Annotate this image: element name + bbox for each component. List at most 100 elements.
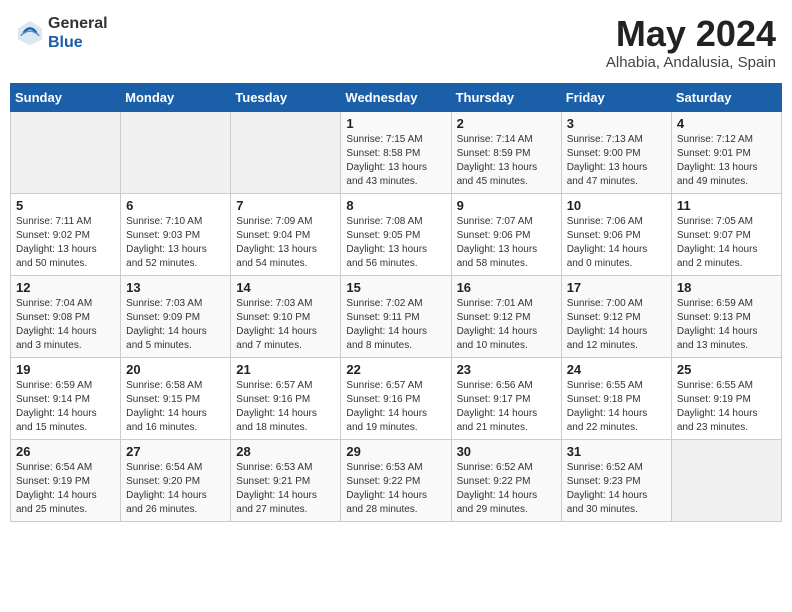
logo-blue: Blue [48,33,108,52]
day-header-monday: Monday [121,83,231,111]
day-info: Sunrise: 6:59 AM Sunset: 9:13 PM Dayligh… [677,297,776,353]
calendar-cell: 20Sunrise: 6:58 AM Sunset: 9:15 PM Dayli… [121,357,231,439]
calendar-cell: 2Sunrise: 7:14 AM Sunset: 8:59 PM Daylig… [451,111,561,193]
day-number: 13 [126,280,225,295]
day-number: 1 [346,116,445,131]
day-info: Sunrise: 6:59 AM Sunset: 9:14 PM Dayligh… [16,379,115,435]
calendar-week-row: 1 Sunrise: 7:15 AM Sunset: 8:58 PM Daylig… [11,111,782,193]
day-info: Sunrise: 7:14 AM Sunset: 8:59 PM Dayligh… [457,133,556,189]
calendar-cell: 10 Sunrise: 7:06 AM Sunset: 9:06 PM Dayli… [561,193,671,275]
day-number: 16 [457,280,556,295]
day-number: 14 [236,280,335,295]
calendar-cell: 12 Sunrise: 7:04 AM Sunset: 9:08 PM Dayli… [11,275,121,357]
day-number: 19 [16,362,115,377]
calendar-cell: 27 Sunrise: 6:54 AM Sunset: 9:20 PM Dayli… [121,439,231,521]
day-number: 15 [346,280,445,295]
calendar-cell: 19 Sunrise: 6:59 AM Sunset: 9:14 PM Dayli… [11,357,121,439]
day-info: Sunrise: 6:52 AM Sunset: 9:23 PM Dayligh… [567,461,666,517]
day-info: Sunrise: 6:57 AM Sunset: 9:16 PM Dayligh… [346,379,445,435]
day-number: 11 [677,198,776,213]
day-info: Sunrise: 6:56 AM Sunset: 9:17 PM Dayligh… [457,379,556,435]
calendar-table: SundayMondayTuesdayWednesdayThursdayFrid… [10,83,782,522]
day-header-sunday: Sunday [11,83,121,111]
calendar-cell [671,439,781,521]
day-info: Sunrise: 7:00 AM Sunset: 9:12 PM Dayligh… [567,297,666,353]
day-info: Sunrise: 7:03 AM Sunset: 9:10 PM Dayligh… [236,297,335,353]
day-info: Sunrise: 6:53 AM Sunset: 9:21 PM Dayligh… [236,461,335,517]
day-number: 12 [16,280,115,295]
day-header-thursday: Thursday [451,83,561,111]
calendar-cell [11,111,121,193]
day-number: 30 [457,444,556,459]
day-number: 18 [677,280,776,295]
calendar-cell: 31Sunrise: 6:52 AM Sunset: 9:23 PM Dayli… [561,439,671,521]
day-info: Sunrise: 7:15 AM Sunset: 8:58 PM Dayligh… [346,133,445,189]
day-info: Sunrise: 6:54 AM Sunset: 9:19 PM Dayligh… [16,461,115,517]
day-number: 7 [236,198,335,213]
day-info: Sunrise: 6:53 AM Sunset: 9:22 PM Dayligh… [346,461,445,517]
calendar-week-row: 5Sunrise: 7:11 AM Sunset: 9:02 PM Daylig… [11,193,782,275]
day-info: Sunrise: 7:05 AM Sunset: 9:07 PM Dayligh… [677,215,776,271]
page-header: General Blue May 2024 Alhabia, Andalusia… [10,10,782,75]
calendar-cell: 15 Sunrise: 7:02 AM Sunset: 9:11 PM Dayli… [341,275,451,357]
calendar-cell: 6 Sunrise: 7:10 AM Sunset: 9:03 PM Daylig… [121,193,231,275]
day-number: 29 [346,444,445,459]
calendar-cell: 28 Sunrise: 6:53 AM Sunset: 9:21 PM Dayli… [231,439,341,521]
day-number: 8 [346,198,445,213]
day-number: 5 [16,198,115,213]
logo: General Blue [16,14,108,52]
calendar-week-row: 19 Sunrise: 6:59 AM Sunset: 9:14 PM Dayli… [11,357,782,439]
day-header-friday: Friday [561,83,671,111]
logo-general: General [48,14,108,33]
calendar-week-row: 26 Sunrise: 6:54 AM Sunset: 9:19 PM Dayli… [11,439,782,521]
day-info: Sunrise: 7:13 AM Sunset: 9:00 PM Dayligh… [567,133,666,189]
calendar-cell: 16Sunrise: 7:01 AM Sunset: 9:12 PM Dayli… [451,275,561,357]
day-info: Sunrise: 7:10 AM Sunset: 9:03 PM Dayligh… [126,215,225,271]
day-number: 28 [236,444,335,459]
calendar-cell [121,111,231,193]
day-info: Sunrise: 6:58 AM Sunset: 9:15 PM Dayligh… [126,379,225,435]
day-number: 3 [567,116,666,131]
day-number: 6 [126,198,225,213]
day-info: Sunrise: 6:54 AM Sunset: 9:20 PM Dayligh… [126,461,225,517]
day-number: 27 [126,444,225,459]
calendar-cell: 29 Sunrise: 6:53 AM Sunset: 9:22 PM Dayli… [341,439,451,521]
calendar-cell: 22 Sunrise: 6:57 AM Sunset: 9:16 PM Dayli… [341,357,451,439]
calendar-cell: 3 Sunrise: 7:13 AM Sunset: 9:00 PM Daylig… [561,111,671,193]
calendar-header-row: SundayMondayTuesdayWednesdayThursdayFrid… [11,83,782,111]
day-info: Sunrise: 7:12 AM Sunset: 9:01 PM Dayligh… [677,133,776,189]
calendar-cell: 4 Sunrise: 7:12 AM Sunset: 9:01 PM Daylig… [671,111,781,193]
calendar-cell: 13 Sunrise: 7:03 AM Sunset: 9:09 PM Dayli… [121,275,231,357]
calendar-cell: 21Sunrise: 6:57 AM Sunset: 9:16 PM Dayli… [231,357,341,439]
day-number: 4 [677,116,776,131]
calendar-cell: 7 Sunrise: 7:09 AM Sunset: 9:04 PM Daylig… [231,193,341,275]
day-info: Sunrise: 7:02 AM Sunset: 9:11 PM Dayligh… [346,297,445,353]
day-info: Sunrise: 6:52 AM Sunset: 9:22 PM Dayligh… [457,461,556,517]
calendar-cell: 1 Sunrise: 7:15 AM Sunset: 8:58 PM Daylig… [341,111,451,193]
day-number: 23 [457,362,556,377]
day-info: Sunrise: 7:06 AM Sunset: 9:06 PM Dayligh… [567,215,666,271]
day-info: Sunrise: 7:09 AM Sunset: 9:04 PM Dayligh… [236,215,335,271]
day-number: 22 [346,362,445,377]
day-number: 26 [16,444,115,459]
calendar-cell: 30 Sunrise: 6:52 AM Sunset: 9:22 PM Dayli… [451,439,561,521]
calendar-week-row: 12 Sunrise: 7:04 AM Sunset: 9:08 PM Dayli… [11,275,782,357]
day-info: Sunrise: 7:03 AM Sunset: 9:09 PM Dayligh… [126,297,225,353]
day-header-tuesday: Tuesday [231,83,341,111]
calendar-cell: 17Sunrise: 7:00 AM Sunset: 9:12 PM Dayli… [561,275,671,357]
day-number: 25 [677,362,776,377]
day-info: Sunrise: 6:57 AM Sunset: 9:16 PM Dayligh… [236,379,335,435]
day-info: Sunrise: 6:55 AM Sunset: 9:18 PM Dayligh… [567,379,666,435]
title-block: May 2024 Alhabia, Andalusia, Spain [606,14,776,71]
calendar-cell: 8 Sunrise: 7:08 AM Sunset: 9:05 PM Daylig… [341,193,451,275]
calendar-cell: 9Sunrise: 7:07 AM Sunset: 9:06 PM Daylig… [451,193,561,275]
calendar-cell: 11 Sunrise: 7:05 AM Sunset: 9:07 PM Dayli… [671,193,781,275]
day-info: Sunrise: 7:08 AM Sunset: 9:05 PM Dayligh… [346,215,445,271]
day-info: Sunrise: 7:04 AM Sunset: 9:08 PM Dayligh… [16,297,115,353]
location-title: Alhabia, Andalusia, Spain [606,54,776,71]
day-info: Sunrise: 7:07 AM Sunset: 9:06 PM Dayligh… [457,215,556,271]
day-header-saturday: Saturday [671,83,781,111]
calendar-cell: 25Sunrise: 6:55 AM Sunset: 9:19 PM Dayli… [671,357,781,439]
day-number: 10 [567,198,666,213]
day-number: 24 [567,362,666,377]
